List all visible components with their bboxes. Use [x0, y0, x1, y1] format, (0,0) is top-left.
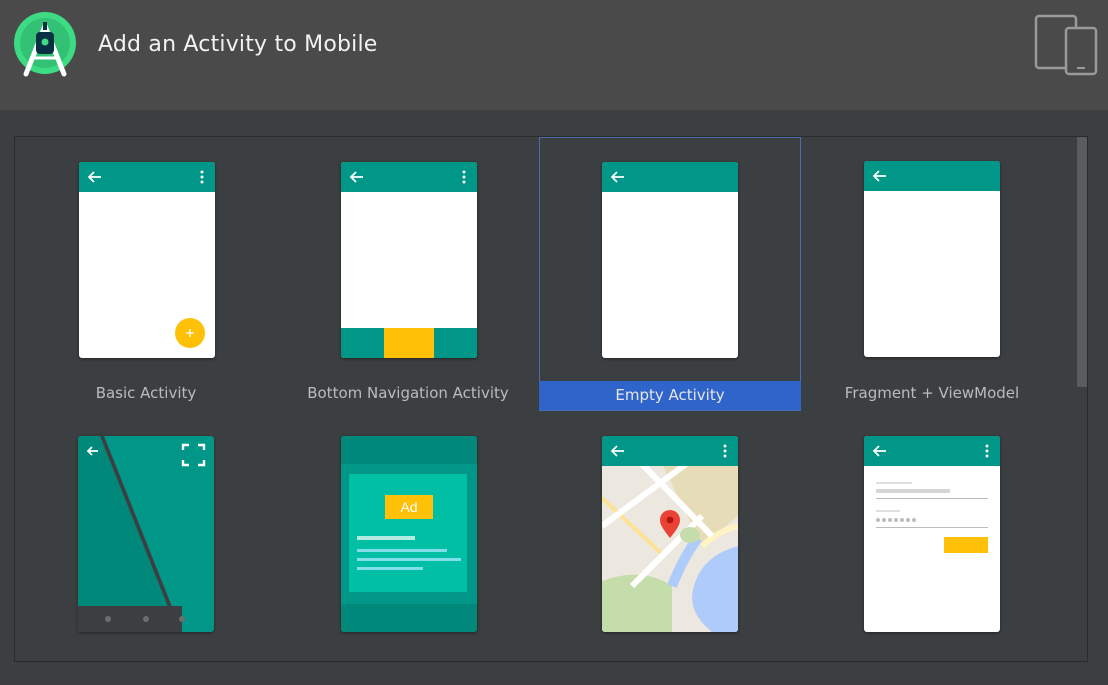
template-label: Fragment + ViewModel	[844, 384, 1020, 402]
basic-activity-preview	[79, 162, 215, 358]
bottom-navigation-preview	[341, 162, 477, 358]
basic-activity-preview-art	[87, 170, 205, 348]
email-field-preview	[876, 489, 950, 493]
login-activity-preview	[864, 436, 1000, 632]
template-login-activity[interactable]	[801, 411, 1063, 685]
empty-activity-preview	[602, 162, 738, 358]
admob-activity-preview: Ad	[341, 436, 477, 632]
template-fullscreen-activity[interactable]	[15, 411, 277, 685]
bottom-navigation-preview-art	[341, 170, 477, 358]
template-bottom-navigation-activity[interactable]: Bottom Navigation Activity	[277, 137, 539, 411]
dialog-header: Add an Activity to Mobile	[0, 0, 1108, 110]
overflow-menu-icon	[723, 444, 727, 458]
login-activity-preview-art	[872, 444, 989, 553]
back-arrow-icon	[610, 171, 624, 183]
ad-card	[349, 474, 467, 592]
tablet-phone-icon	[1034, 14, 1098, 76]
template-admob-activity[interactable]: Ad	[277, 411, 539, 685]
fullscreen-icon	[181, 443, 206, 467]
back-arrow-icon	[349, 171, 363, 183]
fab-add-icon	[175, 318, 205, 348]
bottom-nav-selected-item	[384, 328, 434, 358]
fragment-viewmodel-preview	[864, 161, 1000, 357]
template-fragment-viewmodel[interactable]: Fragment + ViewModel	[801, 137, 1063, 411]
password-field-preview	[876, 518, 916, 522]
fullscreen-activity-preview-art	[78, 436, 206, 632]
fullscreen-activity-preview	[78, 436, 214, 632]
template-label: Bottom Navigation Activity	[307, 384, 509, 402]
back-arrow-icon	[872, 170, 886, 182]
gallery-scrollbar[interactable]	[1077, 137, 1087, 387]
map-pin-icon	[660, 510, 680, 538]
system-nav-bar	[78, 606, 182, 632]
fragment-viewmodel-preview-art	[872, 170, 886, 182]
overflow-menu-icon	[985, 444, 989, 458]
empty-activity-preview-art	[610, 171, 624, 183]
google-maps-preview-art	[602, 436, 738, 632]
sign-in-button-preview	[944, 537, 988, 553]
back-arrow-icon	[872, 445, 886, 457]
admob-activity-preview-art: Ad	[341, 436, 477, 632]
template-google-maps-activity[interactable]	[539, 411, 801, 685]
template-empty-activity[interactable]: Empty Activity	[539, 137, 801, 411]
dialog-title: Add an Activity to Mobile	[98, 32, 378, 57]
android-studio-logo-icon	[14, 12, 76, 77]
overflow-menu-icon	[462, 170, 466, 184]
template-label: Empty Activity	[539, 381, 801, 410]
template-label: Basic Activity	[95, 384, 197, 402]
back-arrow-icon	[87, 171, 101, 183]
overflow-menu-icon	[200, 170, 204, 184]
template-basic-activity[interactable]: Basic Activity	[15, 137, 277, 411]
ad-badge-text: Ad	[400, 499, 417, 515]
google-maps-preview	[602, 436, 738, 632]
